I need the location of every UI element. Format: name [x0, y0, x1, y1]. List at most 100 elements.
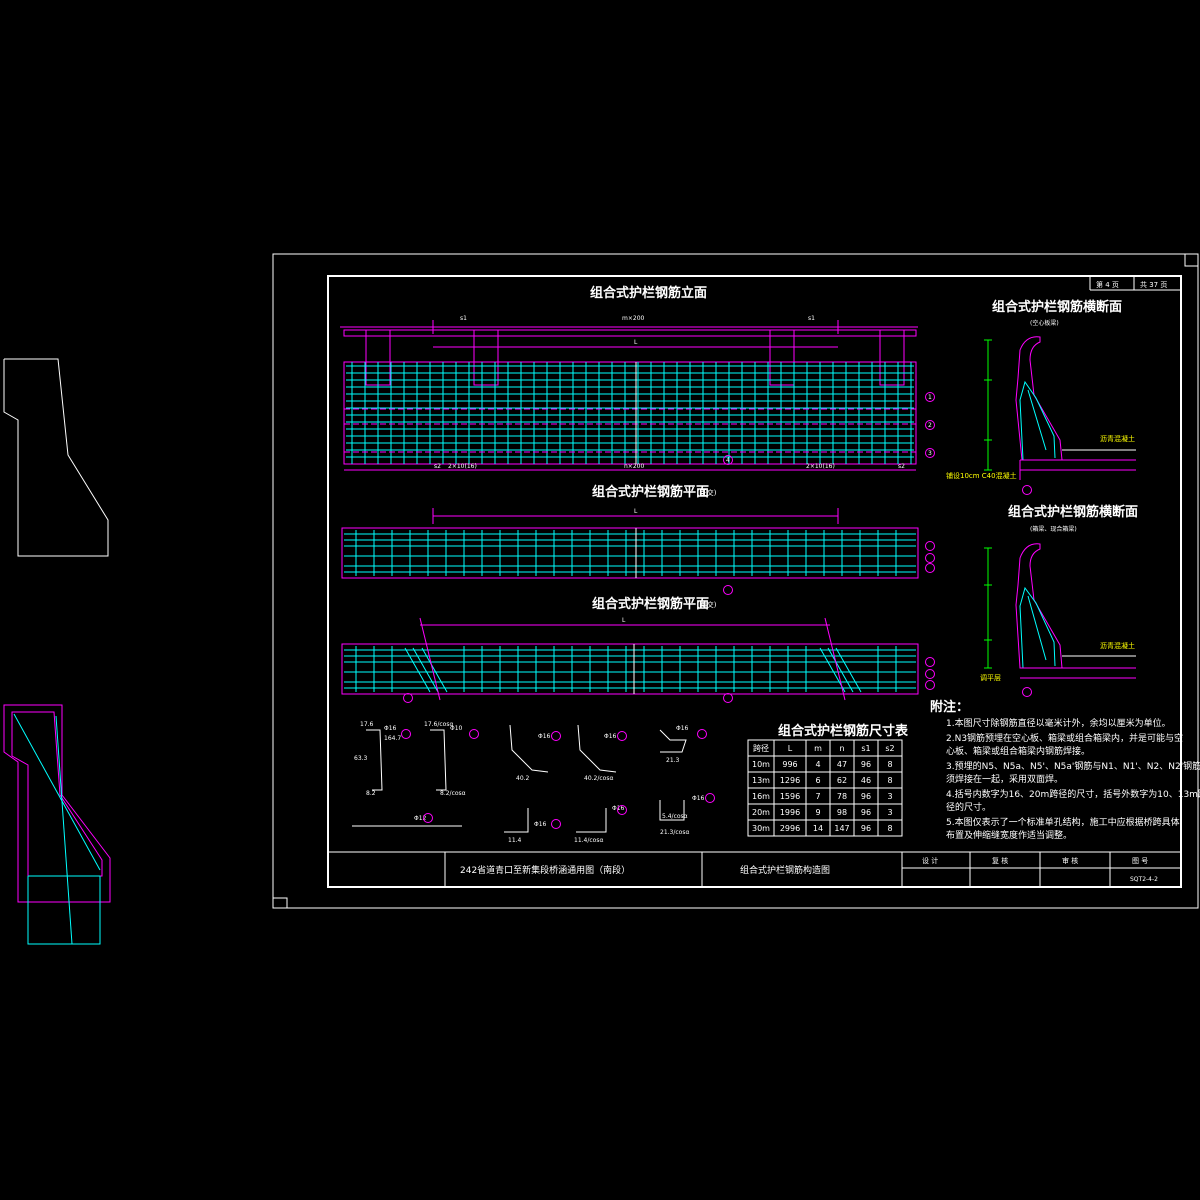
- dim-s2-left: s2: [434, 463, 441, 470]
- table-cell: 7: [815, 792, 820, 801]
- dim-L-top: L: [634, 339, 638, 346]
- project-title: 242省道青口至新集段桥涵通用图（南段）: [460, 864, 630, 876]
- table-cell: 78: [837, 792, 847, 801]
- label-asphalt-2: 沥青混凝土: [1100, 641, 1135, 650]
- b1p-v4: 8.2/cosα: [440, 790, 466, 797]
- notes-block: 附注： 1.本图尺寸除钢筋直径以毫米计外，余均以厘米为单位。 2.N3钢筋预埋在…: [930, 699, 1200, 841]
- dim-L-skew: L: [622, 617, 626, 624]
- table-header-cell: m: [814, 744, 822, 753]
- plan-straight-suffix: (正交): [697, 488, 717, 497]
- table-cell: 9: [815, 808, 820, 817]
- table-cell: 1996: [780, 808, 800, 817]
- b6-dia: Φ16: [692, 795, 705, 802]
- b1-v4: 8.2: [366, 790, 376, 797]
- b2p-v4: 40.2/cosα: [584, 775, 613, 782]
- table-cell: 96: [861, 808, 871, 817]
- b1-dim1: 17.6: [360, 721, 374, 728]
- table-cell: 14: [813, 824, 823, 833]
- notes-heading: 附注：: [930, 699, 969, 715]
- table-title: 组合式护栏钢筋尺寸表: [778, 723, 909, 739]
- b1-v2: 63.3: [354, 755, 368, 762]
- page-no: 第 4 页: [1096, 280, 1119, 289]
- table-cell: 1596: [780, 792, 800, 801]
- note-line: 布置及伸缩缝宽度作适当调整。: [946, 829, 1072, 841]
- drawing-no: SQT2-4-2: [1130, 876, 1158, 883]
- section-1-view: 组合式护栏钢筋横断面 (空心板梁) 沥青混凝土 铺设10cm C40混凝土: [946, 299, 1136, 495]
- table-cell: 20m: [752, 808, 770, 817]
- page-number-box: 第 4 页 共 37 页: [1089, 276, 1181, 291]
- callout-2: 2: [928, 422, 932, 429]
- elevation-view: 组合式护栏钢筋立面 s1 m×200 s1 L 2×10(16) 2×10(16…: [340, 285, 935, 471]
- bar-dimension-table: 组合式护栏钢筋尺寸表 跨径 Lm n s1 s210m 996 4 47 96 813m 1296 6…: [747, 723, 909, 837]
- table-cell: 47: [837, 760, 847, 769]
- table-cell: 10m: [752, 760, 770, 769]
- plan-skew-suffix: (斜交): [697, 600, 717, 609]
- sign-drawing-no: 图 号: [1132, 857, 1148, 865]
- b2-dia: Φ16: [538, 733, 551, 740]
- sign-review: 复 核: [992, 856, 1008, 865]
- table-header-cell: s2: [885, 744, 894, 753]
- left-profile-outline: [3, 358, 109, 557]
- section1-sub: (空心板梁): [1030, 319, 1059, 327]
- table-cell: 46: [861, 776, 871, 785]
- plan-skew-title: 组合式护栏钢筋平面: [592, 596, 709, 612]
- left-section-outline: [3, 704, 111, 945]
- note-line: 2.N3钢筋预埋在空心板、箱梁或组合箱梁内，并是可能与空: [946, 732, 1183, 744]
- b6-v1: 5.4/cosα: [662, 813, 688, 820]
- b3-v2: 21.3: [666, 757, 680, 764]
- table-cell: 30m: [752, 824, 770, 833]
- table-cell: 96: [861, 792, 871, 801]
- plan-straight-view: 组合式护栏钢筋平面 (正交) L: [341, 484, 935, 595]
- label-concrete-1: 铺设10cm C40混凝土: [946, 471, 1017, 480]
- dim-2x10-right: 2×10(16): [806, 463, 835, 470]
- b6-v2: 21.3/cosα: [660, 829, 689, 836]
- elevation-title: 组合式护栏钢筋立面: [590, 285, 707, 301]
- note-line: 4.括号内数字为16、20m跨径的尺寸，括号外数字为10、13m跨: [946, 788, 1200, 800]
- section1-title: 组合式护栏钢筋横断面: [992, 299, 1122, 315]
- note-line: 3.预埋的N5、N5a、N5'、N5a'钢筋与N1、N1'、N2、N2'钢筋: [946, 760, 1200, 772]
- table-cell: 8: [887, 824, 892, 833]
- table-cell: 2996: [780, 824, 800, 833]
- b3-dia: Φ16: [676, 725, 689, 732]
- label-level: 调平层: [980, 673, 1001, 682]
- plan-skew-view: 组合式护栏钢筋平面 (斜交) L: [341, 596, 935, 703]
- callout-1: 1: [928, 394, 932, 401]
- sign-audit: 审 核: [1062, 856, 1078, 865]
- section2-title: 组合式护栏钢筋横断面: [1008, 504, 1138, 520]
- bar-shapes: 17.6 Φ16 164.7 63.3 8.2 17.6/cosα Φ10 8.…: [352, 721, 715, 844]
- table-cell: 13m: [752, 776, 770, 785]
- dim-n200: n×200: [624, 463, 644, 470]
- table-header-cell: L: [788, 744, 793, 753]
- table-cell: 8: [887, 760, 892, 769]
- table-cell: 147: [834, 824, 849, 833]
- table-cell: 8: [887, 776, 892, 785]
- dim-s1-left: s1: [460, 315, 467, 322]
- table-cell: 3: [887, 792, 892, 801]
- outer-frame: [272, 253, 1199, 909]
- plan-straight-title: 组合式护栏钢筋平面: [592, 484, 709, 500]
- b2-v4: 40.2: [516, 775, 530, 782]
- drawing-title: 组合式护栏钢筋构造图: [740, 864, 830, 876]
- label-asphalt-1: 沥青混凝土: [1100, 434, 1135, 443]
- sign-design: 设 计: [922, 856, 938, 865]
- table-header-cell: s1: [861, 744, 870, 753]
- dim-s2-right: s2: [898, 463, 905, 470]
- table-cell: 96: [861, 824, 871, 833]
- table-header-cell: n: [839, 744, 844, 753]
- note-line: 5.本图仅表示了一个标准单孔结构，施工中应根据桥跨具体: [946, 816, 1180, 828]
- dim-s1-right: s1: [808, 315, 815, 322]
- table-header-cell: 跨径: [753, 743, 769, 753]
- b1-len: 164.7: [384, 735, 401, 742]
- note-line: 径的尺寸。: [946, 801, 991, 813]
- table-cell: 996: [782, 760, 797, 769]
- table-cell: 3: [887, 808, 892, 817]
- table-cell: 16m: [752, 792, 770, 801]
- page-total: 共 37 页: [1140, 280, 1167, 289]
- dim-2x10-left: 2×10(16): [448, 463, 477, 470]
- b5p-v1: 11.4/cosα: [574, 837, 603, 844]
- table-cell: 98: [837, 808, 847, 817]
- b5-dia: Φ16: [534, 821, 547, 828]
- note-line: 心板、箱梁或组合箱梁内钢筋焊接。: [946, 745, 1090, 757]
- dim-m200: m×200: [622, 315, 645, 322]
- note-line: 1.本图尺寸除钢筋直径以毫米计外，余均以厘米为单位。: [946, 717, 1171, 729]
